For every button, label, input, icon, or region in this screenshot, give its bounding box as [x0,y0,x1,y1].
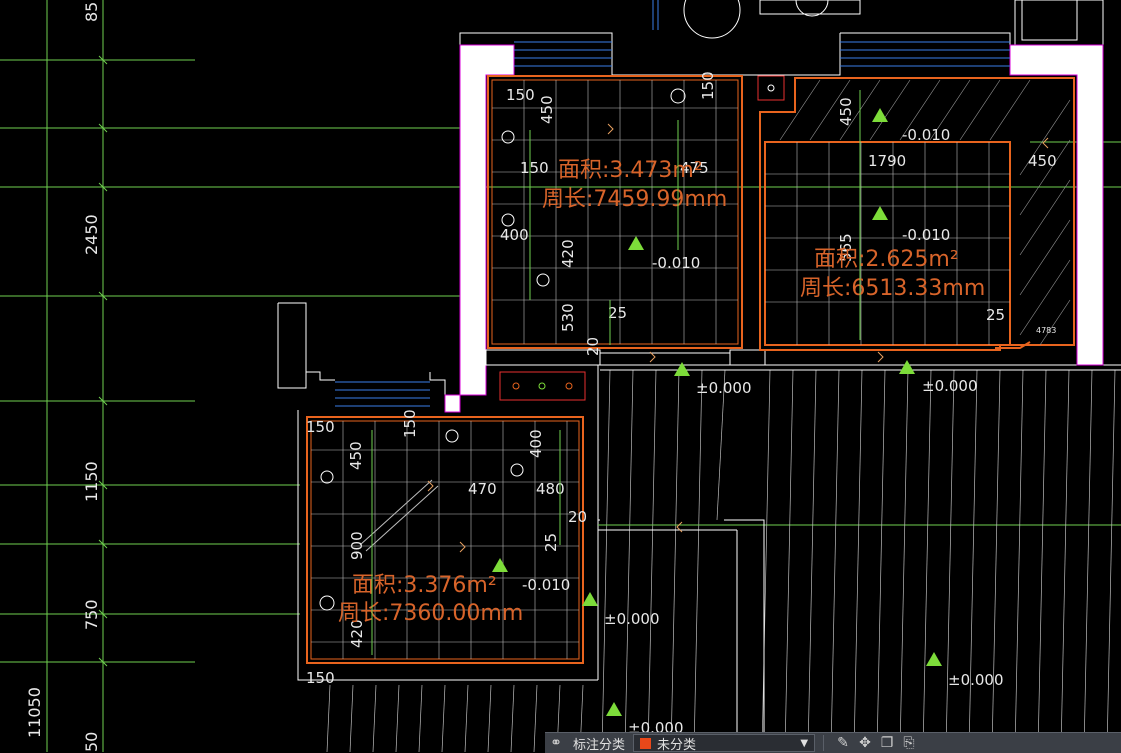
dim-label: 25 [986,306,1005,324]
toolbar-label: 标注分类 [573,737,626,753]
dim-label: 450 [347,441,365,470]
dim-label: 150 [699,71,717,100]
room-perimeter-label: 周长:6513.33mm [800,276,985,301]
dim-label: 25 [542,533,560,552]
dim-label: 400 [527,429,545,458]
room-perimeter-label: 周长:7459.99mm [542,187,727,212]
dim-label: 150 [401,409,419,438]
level-label: -0.010 [652,254,700,272]
level-label: ±0.000 [696,379,752,397]
link-icon[interactable]: ⚭ [545,733,567,753]
room-area-label: 面积:3.473m² [558,158,703,183]
dim-label: 25 [608,304,627,322]
level-label: ±0.000 [922,377,978,395]
level-label: ±0.000 [948,671,1004,689]
small-tag-label: 4783 [1036,326,1056,335]
dim-label: 470 [468,480,497,498]
toolbar-divider [823,735,825,751]
dim-label: 150 [306,418,335,436]
category-select-value: 未分类 [657,737,697,753]
dim-label: 150 [306,669,335,687]
axis-dim-label: 50 [82,732,101,752]
level-label: -0.010 [522,576,570,594]
axis-dim-label: 2450 [82,214,101,255]
level-label: -0.010 [902,126,950,144]
annotation-toolbar: ⚭ 标注分类 未分类 ▼ ✎ ✥ ❐ ⎘ [545,732,1121,753]
level-label: ±0.000 [604,610,660,628]
move-icon[interactable]: ✥ [854,733,876,753]
dim-label: 150 [506,86,535,104]
dim-label: 450 [1028,152,1057,170]
dim-label: 150 [520,159,549,177]
axis-dim-label: 1150 [82,461,101,502]
room-area-label: 面积:2.625m² [814,247,959,272]
dim-label: 20 [584,337,602,356]
category-select[interactable]: 未分类 ▼ [633,734,816,753]
dim-label: 420 [559,239,577,268]
room-area-label: 面积:3.376m² [352,573,497,598]
dim-label: 400 [500,226,529,244]
category-color-swatch [640,737,652,749]
dim-label: 900 [348,531,366,560]
dim-label: 450 [837,97,855,126]
paste-icon[interactable]: ⎘ [898,733,920,753]
room-perimeter-label: 周长:7360.00mm [338,601,523,626]
dim-label: 1790 [868,152,906,170]
cad-drawing-canvas[interactable]: 85 2450 1150 750 11050 50 150 450 150 42… [0,0,1121,752]
axis-dim-label: 11050 [25,687,44,738]
copy-icon[interactable]: ❐ [876,733,898,753]
edit-icon[interactable]: ✎ [832,733,854,753]
dim-label: 450 [538,95,556,124]
axis-dim-label: 750 [82,599,101,630]
chevron-down-icon: ▼ [800,737,809,749]
axis-dim-label: 85 [82,2,101,22]
dim-label: 20 [568,508,587,526]
dim-label: 530 [559,303,577,332]
level-label: -0.010 [902,226,950,244]
